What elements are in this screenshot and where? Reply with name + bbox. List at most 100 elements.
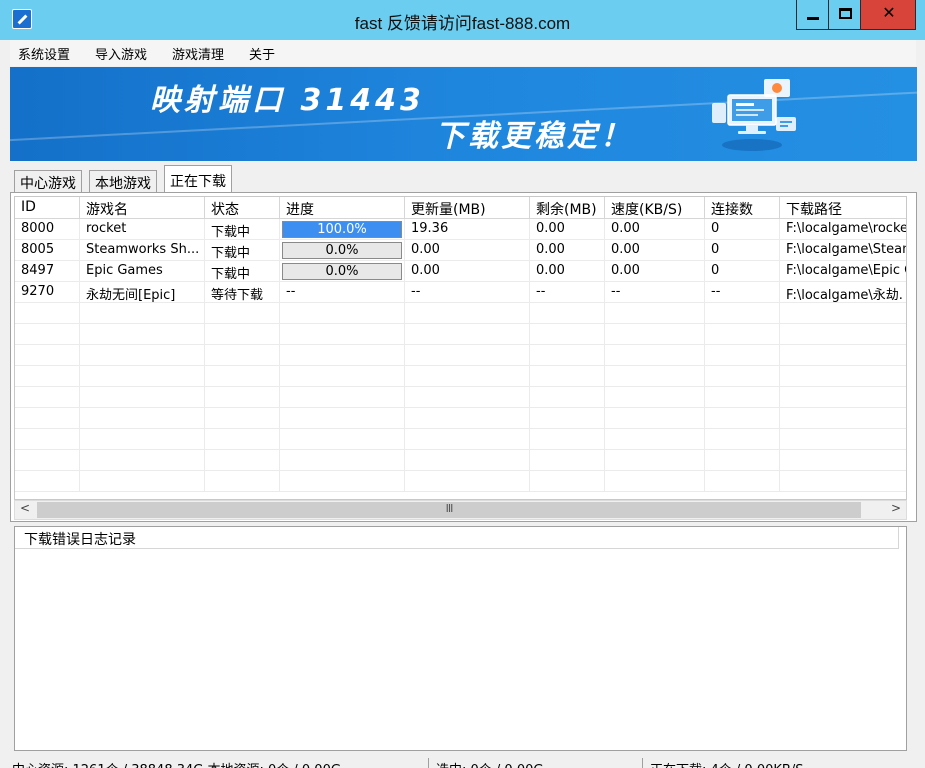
- cell-update: [405, 429, 530, 450]
- col-connections[interactable]: 连接数: [705, 197, 780, 218]
- cell-path: [780, 408, 906, 429]
- cell-progress: [280, 471, 405, 492]
- empty-row: [15, 366, 906, 387]
- cell-conn: [705, 450, 780, 471]
- tab-local-games[interactable]: 本地游戏: [89, 170, 157, 193]
- horizontal-scrollbar[interactable]: < III >: [14, 500, 907, 520]
- cell-status: [205, 471, 280, 492]
- status-divider: [428, 758, 429, 768]
- menu-game-cleanup[interactable]: 游戏清理: [172, 44, 224, 63]
- table-row[interactable]: 9270 永劫无间[Epic] 等待下载 -- -- -- -- -- F:\localgame…: [15, 282, 906, 303]
- cell-conn: 0: [705, 240, 780, 261]
- cell-remain: [530, 366, 605, 387]
- status-divider: [642, 758, 643, 768]
- banner-port-text: 映射端口 31443: [150, 83, 425, 118]
- cell-update: [405, 345, 530, 366]
- cell-update: [405, 387, 530, 408]
- cell-progress: [280, 324, 405, 345]
- menu-import-game[interactable]: 导入游戏: [95, 44, 147, 63]
- maximize-button[interactable]: [828, 0, 861, 30]
- cell-name: [80, 345, 205, 366]
- cell-remain: --: [530, 282, 605, 303]
- cell-conn: [705, 429, 780, 450]
- cell-remain: [530, 429, 605, 450]
- table-header: ID 游戏名 状态 进度 更新量(MB) 剩余(MB) 速度(KB/S) 连接数…: [15, 197, 906, 219]
- col-status[interactable]: 状态: [205, 197, 280, 218]
- cell-status: [205, 387, 280, 408]
- table-row[interactable]: 8005 Steamworks Sh... 下载中 0.0% 0.00 0.00 0.00 0…: [15, 240, 907, 261]
- cell-remain: 0.00: [530, 219, 605, 240]
- cell-progress: 0.0%: [280, 261, 405, 282]
- empty-row: [15, 345, 906, 366]
- cell-id: 9270: [15, 282, 80, 303]
- cell-progress: 100.0%: [280, 219, 405, 240]
- cell-remain: [530, 345, 605, 366]
- cell-conn: 0: [705, 261, 780, 282]
- maximize-icon: [839, 8, 852, 19]
- cell-name: [80, 471, 205, 492]
- empty-row: [15, 450, 906, 471]
- cell-id: [15, 408, 80, 429]
- cell-conn: [705, 303, 780, 324]
- cell-id: [15, 450, 80, 471]
- cell-update: [405, 450, 530, 471]
- col-progress[interactable]: 进度: [280, 197, 405, 218]
- progress-bar: 0.0%: [282, 242, 402, 259]
- scroll-thumb[interactable]: III: [37, 502, 861, 518]
- title-bar: fast 反馈请访问fast-888.com ✕: [0, 0, 925, 40]
- scroll-right-button[interactable]: >: [886, 501, 906, 519]
- cell-status: [205, 324, 280, 345]
- cell-status: [205, 408, 280, 429]
- cell-speed: --: [605, 282, 705, 303]
- close-button[interactable]: ✕: [860, 0, 916, 30]
- cell-status: 下载中: [205, 219, 280, 240]
- cell-path: [780, 429, 906, 450]
- scroll-left-button[interactable]: <: [15, 501, 35, 519]
- tab-center-games[interactable]: 中心游戏: [14, 170, 82, 193]
- cell-path: F:\localgame\Steam: [786, 242, 907, 257]
- promo-banner: 映射端口 31443 下载更稳定！: [10, 67, 917, 161]
- cell-update: 0.00: [405, 240, 530, 261]
- cell-name: [80, 366, 205, 387]
- cell-id: 8005: [15, 240, 80, 261]
- cell-conn: [705, 387, 780, 408]
- download-panel: ID 游戏名 状态 进度 更新量(MB) 剩余(MB) 速度(KB/S) 连接数…: [10, 192, 917, 522]
- cell-update: [405, 366, 530, 387]
- cell-name: [80, 450, 205, 471]
- cell-speed: [605, 324, 705, 345]
- cell-speed: 0.00: [605, 261, 705, 282]
- minimize-button[interactable]: [796, 0, 829, 30]
- empty-row: [15, 408, 906, 429]
- col-remain[interactable]: 剩余(MB): [530, 197, 605, 218]
- cell-path: [780, 471, 906, 492]
- cell-update: [405, 408, 530, 429]
- cell-speed: [605, 450, 705, 471]
- empty-row: [15, 303, 906, 324]
- col-speed[interactable]: 速度(KB/S): [605, 197, 705, 218]
- cell-path: F:\localgame\rocket: [786, 221, 907, 236]
- status-resources: 中心资源: 1261个 / 38848.34G 本地资源: 0个 / 0.00G: [12, 759, 341, 768]
- table-row[interactable]: 8497 Epic Games 下载中 0.0% 0.00 0.00 0.00 0 F:\loc…: [15, 261, 907, 282]
- col-update[interactable]: 更新量(MB): [405, 197, 530, 218]
- cell-speed: [605, 471, 705, 492]
- cell-speed: [605, 303, 705, 324]
- tab-downloading[interactable]: 正在下载: [164, 165, 232, 194]
- menu-system-settings[interactable]: 系统设置: [18, 44, 70, 63]
- menu-about[interactable]: 关于: [249, 44, 275, 63]
- cell-name: 永劫无间[Epic]: [80, 282, 205, 303]
- col-name[interactable]: 游戏名: [80, 197, 205, 218]
- cell-name: [80, 303, 205, 324]
- table-row[interactable]: 8000 rocket 下载中 100.0% 19.36 0.00 0.00 0 F:\loca…: [15, 219, 907, 240]
- cell-progress: [280, 429, 405, 450]
- cell-id: [15, 429, 80, 450]
- col-path[interactable]: 下载路径: [780, 197, 906, 218]
- cell-remain: [530, 387, 605, 408]
- error-log-header[interactable]: 下载错误日志记录: [15, 527, 899, 549]
- cell-path: F:\localgame\Epic G: [786, 263, 907, 278]
- col-id[interactable]: ID: [15, 197, 80, 218]
- progress-text: 0.0%: [325, 264, 359, 279]
- cell-path: [780, 387, 906, 408]
- cell-update: [405, 324, 530, 345]
- cell-speed: 0.00: [605, 240, 705, 261]
- cell-conn: [705, 324, 780, 345]
